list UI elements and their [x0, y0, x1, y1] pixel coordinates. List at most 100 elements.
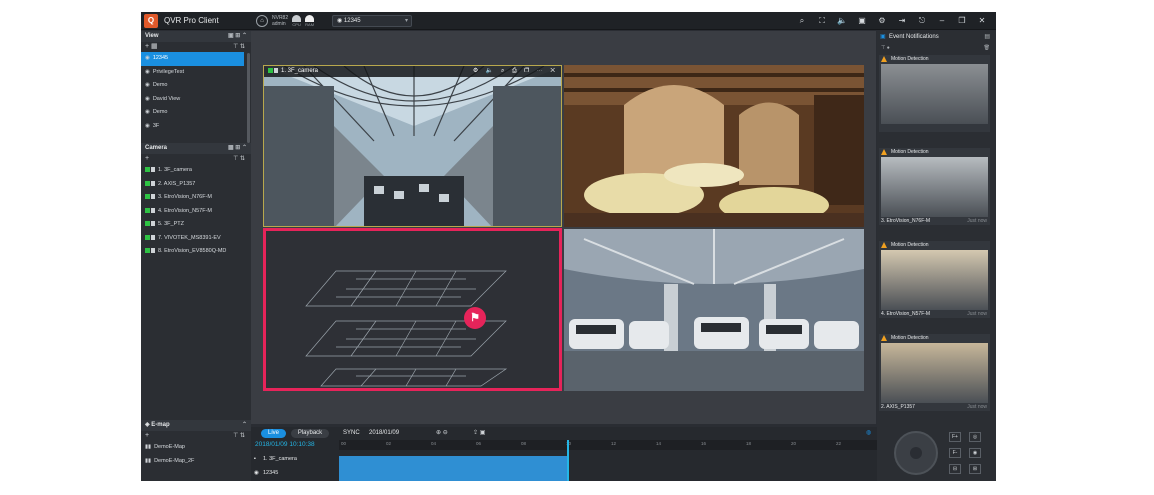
event-card[interactable]: Motion Detection 3. EtroVision_N76F-M Just…	[879, 148, 990, 225]
tile-actions[interactable]: ⚙ 🔈 ⌕ ⎙ ❐ ⋯ ✕	[473, 66, 558, 77]
emap-list-item[interactable]: ▮▮ DemoE-Map_2F	[141, 455, 251, 469]
add-icon[interactable]: +	[145, 155, 149, 162]
event-caption: 3. EtroVision_N76F-M Just now	[879, 217, 990, 225]
time-tick-label: 22	[836, 441, 842, 446]
event-camera: 3. EtroVision_N76F-M	[881, 218, 931, 224]
zoom-icon[interactable]: ⊕ ⊖	[436, 427, 448, 440]
view-scrollbar[interactable]	[247, 53, 250, 143]
globe-icon[interactable]: ◍	[866, 427, 871, 440]
export-icon[interactable]: ⇪ ▣	[473, 427, 485, 440]
view-list-item[interactable]: ◉ 3F	[141, 120, 251, 134]
event-snapshot[interactable]	[881, 250, 988, 310]
ram-meter: RAM	[305, 15, 315, 27]
restore-icon[interactable]: ❐	[952, 15, 972, 27]
collapse-icon[interactable]: ⌃	[242, 420, 247, 431]
eye-icon: ◉	[145, 109, 150, 115]
app-window: Q QVR Pro Client ⌂ NVR82 admin CPU RAM ◉…	[141, 12, 996, 481]
camera-list-item[interactable]: 4. EtroVision_N57F-M	[141, 205, 251, 219]
event-snapshot[interactable]	[881, 343, 988, 403]
view-list-item[interactable]: ◉ David View	[141, 93, 251, 107]
event-panel-title: Event Notifications	[889, 34, 939, 40]
preset-button[interactable]: ◎	[969, 432, 981, 442]
video-tile-1[interactable]: 1. 3F_camera ⚙ 🔈 ⌕ ⎙ ❐ ⋯ ✕	[263, 65, 562, 227]
app-title: QVR Pro Client	[164, 16, 219, 25]
zoom-out-button[interactable]: ⊟	[949, 464, 961, 474]
camera-list-item[interactable]: 1. 3F_camera	[141, 164, 251, 178]
time-tick-label: 18	[746, 441, 752, 446]
event-time: Just now	[967, 218, 987, 224]
gear-icon[interactable]: ⚙	[872, 15, 892, 27]
filter-sort-icon[interactable]: ⊤ ⇅	[233, 431, 245, 441]
view-list-item[interactable]: ◉ PrivilegeTest	[141, 66, 251, 80]
fullscreen-icon[interactable]: ⛶	[812, 15, 832, 27]
camera-item-label: 4. EtroVision_N57F-M	[158, 207, 213, 214]
iris-button[interactable]: ◉	[969, 448, 981, 458]
timeline-row-view[interactable]: ◉ 12345	[251, 468, 339, 478]
auto-button[interactable]: ⊞	[969, 464, 981, 474]
event-snapshot[interactable]	[881, 64, 988, 124]
camera-icon: ▪	[254, 456, 256, 462]
video-tile-2[interactable]	[564, 65, 864, 227]
zoom-in-button[interactable]: F+	[949, 432, 961, 442]
camera-list-item[interactable]: 7. VIVOTEK_MS8391-EV	[141, 232, 251, 246]
camera-list-item[interactable]: 3. EtroVision_N76F-M	[141, 191, 251, 205]
playback-button[interactable]: Playback	[291, 429, 329, 438]
close-icon[interactable]: ✕	[972, 15, 992, 27]
emap-tile[interactable]: ⚑	[263, 228, 562, 391]
event-type: Motion Detection	[891, 242, 929, 248]
add-icon[interactable]: +	[145, 432, 149, 439]
collapse-icon[interactable]: ▦ ⊞ ⌃	[228, 143, 247, 154]
ptz-dial[interactable]	[894, 431, 938, 475]
focus-button[interactable]: F-	[949, 448, 961, 458]
filter-icon[interactable]: ⊤ ●	[881, 45, 890, 51]
camera-icon	[151, 221, 155, 227]
lock-icon[interactable]: ▣	[852, 15, 872, 27]
search-icon[interactable]: ⌕	[792, 15, 812, 27]
motion-alarm-icon[interactable]: ⚑	[464, 307, 486, 329]
live-view-grid: 1. 3F_camera ⚙ 🔈 ⌕ ⎙ ❐ ⋯ ✕ ⚑	[251, 31, 876, 424]
view-item-label: Demo	[152, 109, 168, 115]
camera-item-label: 1. 3F_camera	[158, 167, 192, 173]
user-icon[interactable]: ⌂	[256, 15, 268, 27]
event-snapshot[interactable]	[881, 157, 988, 217]
speaker-icon[interactable]: 🔈	[832, 15, 852, 27]
filter-sort-icon[interactable]: ⊤ ⇅	[233, 154, 245, 164]
logout-icon[interactable]: ⎋	[912, 15, 932, 27]
camera-list-item[interactable]: 2. AXIS_P1357	[141, 178, 251, 192]
user-status: ⌂ NVR82 admin CPU RAM	[256, 13, 315, 29]
chevron-down-icon: ▾	[404, 18, 408, 24]
camera-list-item[interactable]: 8. EtroVision_EV8580Q-MD	[141, 245, 251, 259]
camera-list-item[interactable]: 5. 3F_PTZ	[141, 218, 251, 232]
event-card[interactable]: Motion Detection 4. EtroVision_N57F-M Just…	[879, 241, 990, 318]
playhead[interactable]	[567, 440, 569, 481]
filter-sort-icon[interactable]: ⊤ ⇅	[233, 42, 245, 52]
live-button[interactable]: Live	[261, 429, 286, 438]
view-selector[interactable]: ◉ 12345 ▾	[332, 15, 412, 27]
online-indicator-icon	[145, 248, 150, 254]
emap-list-item[interactable]: ▮▮ DemoE-Map	[141, 441, 251, 455]
time-tick-label: 06	[476, 441, 482, 446]
collapse-icon[interactable]: ▣ ⊞ ⌃	[228, 31, 247, 42]
time-ruler[interactable]: 000204060810121416182022	[339, 440, 877, 450]
event-time: Just now	[967, 404, 987, 410]
trash-icon[interactable]: 🗑	[984, 44, 990, 53]
recording-bar[interactable]	[339, 456, 569, 481]
timeline-row-camera[interactable]: ▪ 1. 3F_camera	[251, 454, 339, 464]
minimize-panel-icon[interactable]: ⇥	[892, 15, 912, 27]
camera-icon	[274, 67, 278, 73]
view-list-item[interactable]: ◉ Demo	[141, 106, 251, 120]
view-list-item[interactable]: ◉ Demo	[141, 79, 251, 93]
grid-icon[interactable]: ▦	[151, 43, 158, 50]
event-card[interactable]: Motion Detection	[879, 55, 990, 132]
eye-icon: ◉	[145, 68, 150, 75]
date-picker[interactable]: 2018/01/09	[369, 427, 399, 440]
minimize-icon[interactable]: –	[932, 15, 952, 27]
add-icon[interactable]: +	[145, 43, 149, 50]
video-tile-4[interactable]	[564, 229, 864, 391]
sync-button[interactable]: SYNC	[343, 427, 360, 440]
event-card[interactable]: Motion Detection 2. AXIS_P1357 Just now	[879, 334, 990, 411]
atrium-scene	[264, 66, 561, 226]
view-list-item[interactable]: ◉ 12345	[141, 52, 244, 66]
camera-icon	[151, 207, 155, 213]
calendar-icon[interactable]: ▤	[984, 31, 990, 44]
